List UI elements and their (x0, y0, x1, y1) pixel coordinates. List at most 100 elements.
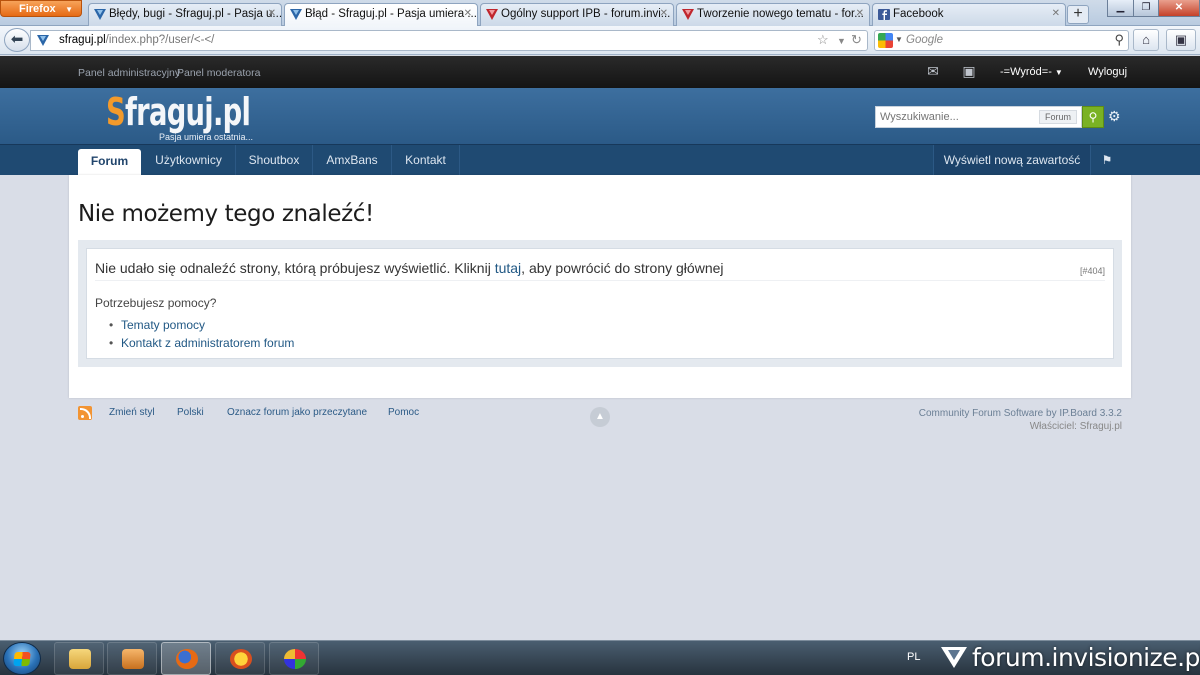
logo-tagline: Pasja umiera ostatnia... (159, 132, 254, 142)
notifications-icon[interactable]: ▣ (961, 64, 977, 78)
tab-title: Ogólny support IPB - forum.invi... (501, 8, 671, 20)
moderator-panel-link[interactable]: Panel moderatora (177, 67, 260, 79)
chevron-down-icon[interactable]: ▼ (895, 35, 903, 44)
taskbar-media-player[interactable] (107, 642, 157, 675)
new-tab-label: + (1073, 5, 1083, 22)
forum-page: Panel administracyjny Panel moderatora ✉… (0, 56, 1200, 640)
taskbar-paint[interactable] (269, 642, 319, 675)
invisionize-logo-icon (941, 647, 967, 668)
tab-title: Facebook (893, 8, 944, 20)
rss-icon[interactable] (78, 406, 92, 420)
nav-tab-amxbans[interactable]: AmxBans (313, 145, 392, 175)
taskbar-firefox[interactable] (161, 642, 211, 675)
maximize-icon[interactable]: ❐ (1133, 0, 1159, 17)
browser-tab-2[interactable]: Błąd - Sfraguj.pl - Pasja umiera ... ✕ (284, 3, 478, 27)
folder-icon (69, 649, 91, 669)
taskbar-explorer[interactable] (54, 642, 104, 675)
forum-search-input[interactable] (880, 109, 1035, 125)
user-menu[interactable]: -=Wyród=- ▼ (1000, 66, 1063, 78)
location-pin-icon[interactable]: ⚑ (1092, 145, 1122, 175)
nav-tab-forum[interactable]: Forum (78, 149, 141, 176)
home-icon[interactable]: ⌂ (1133, 29, 1159, 51)
media-player-icon (122, 649, 144, 669)
windows-taskbar: PL forum.invisionize.pl (0, 640, 1200, 675)
bookmark-star-icon[interactable]: ☆ (817, 32, 829, 48)
browser-tab-4[interactable]: Tworzenie nowego tematu - for... ✕ (676, 3, 870, 26)
back-arrow-icon[interactable]: ⬅ (4, 28, 30, 52)
inbox-icon[interactable]: ✉ (925, 64, 941, 78)
nav-tab-contact[interactable]: Kontakt (392, 145, 460, 175)
watermark: forum.invisionize.pl (940, 643, 1200, 673)
browser-search-bar[interactable]: ▼ Google ⚲ (874, 30, 1129, 51)
browser-tab-bar: Firefox ▼ Błędy, bugi - Sfraguj.pl - Pas… (0, 0, 1200, 27)
error-message-tail: , aby powrócić do strony głównej (521, 260, 724, 276)
facebook-favicon-icon (878, 9, 890, 20)
search-placeholder: Google (906, 34, 944, 46)
firefox-menu-button[interactable]: Firefox ▼ (0, 0, 82, 17)
tab-title: Błąd - Sfraguj.pl - Pasja umiera ... (305, 8, 477, 20)
search-scope-button[interactable]: Forum (1038, 110, 1077, 124)
close-tab-icon[interactable]: ✕ (660, 4, 668, 24)
username: -=Wyród=- (1000, 66, 1052, 78)
powered-by-link[interactable]: Community Forum Software by IP.Board 3.3… (919, 408, 1122, 419)
browser-tab-1[interactable]: Błędy, bugi - Sfraguj.pl - Pasja u... ✕ (88, 3, 282, 26)
admin-panel-link[interactable]: Panel administracyjny (78, 67, 180, 79)
window-close-icon[interactable]: ✕ (1158, 0, 1200, 17)
watermark-text: forum.invisionize.pl (972, 643, 1200, 672)
toolbar-menu-icon[interactable]: ▣ (1166, 29, 1196, 51)
close-tab-icon[interactable]: ✕ (464, 4, 472, 24)
footer-credits: Community Forum Software by IP.Board 3.3… (919, 407, 1122, 433)
nav-tab-users[interactable]: Użytkownicy (142, 145, 236, 175)
site-logo[interactable]: Sfraguj.pl Pasja umiera ostatnia... (104, 90, 253, 142)
back-to-top-icon[interactable]: ▲ (590, 407, 610, 427)
taskbar-app-sun[interactable] (215, 642, 265, 675)
owner-text: Właściciel: Sfraguj.pl (1029, 421, 1122, 432)
admin-bar: Panel administracyjny Panel moderatora ✉… (0, 56, 1200, 88)
site-header: Sfraguj.pl Pasja umiera ostatnia... Foru… (0, 88, 1200, 144)
url-text: sfraguj.pl/index.php?/user/<-</ (59, 34, 214, 46)
view-new-content-link[interactable]: Wyświetl nową zawartość (933, 145, 1091, 175)
sfraguj-favicon-icon (290, 9, 302, 20)
contact-admin-link[interactable]: Kontakt z administratorem forum (109, 336, 294, 354)
logo-word: fraguj.pl (124, 90, 251, 134)
paint-palette-icon (284, 649, 306, 669)
sfraguj-favicon-icon (37, 35, 49, 46)
browser-tab-5[interactable]: Facebook ✕ (872, 3, 1066, 26)
help-heading: Potrzebujesz pomocy? (95, 296, 217, 310)
forum-footer: Zmień styl Polski Oznacz forum jako prze… (0, 406, 1200, 438)
history-dropdown-icon[interactable]: ▼ (837, 36, 846, 46)
help-topics-link[interactable]: Tematy pomocy (109, 318, 294, 336)
invisionize-favicon-icon (682, 9, 694, 20)
help-link[interactable]: Pomoc (388, 407, 419, 418)
reload-icon[interactable]: ↻ (851, 32, 862, 48)
search-icon[interactable]: ⚲ (1082, 106, 1104, 128)
url-bar[interactable]: sfraguj.pl/index.php?/user/<-</ ☆ ▼ ↻ (30, 30, 868, 51)
change-style-link[interactable]: Zmień styl (109, 407, 155, 418)
chevron-down-icon: ▼ (1054, 68, 1063, 77)
new-tab-button[interactable]: + (1067, 5, 1089, 24)
nav-tab-shoutbox[interactable]: Shoutbox (236, 145, 313, 175)
language-link[interactable]: Polski (177, 407, 204, 418)
help-links: Tematy pomocy Kontakt z administratorem … (109, 318, 294, 354)
search-icon[interactable]: ⚲ (1114, 32, 1124, 48)
start-button-icon[interactable] (3, 642, 41, 675)
gear-icon[interactable]: ⚙ (1108, 108, 1121, 125)
logo-letter: S (106, 90, 126, 134)
tab-title: Błędy, bugi - Sfraguj.pl - Pasja u... (109, 8, 282, 20)
language-indicator[interactable]: PL (907, 651, 920, 663)
browser-tab-3[interactable]: Ogólny support IPB - forum.invi... ✕ (480, 3, 674, 26)
error-message: Nie udało się odnaleźć strony, którą pró… (95, 260, 724, 276)
error-code: [#404] (1079, 266, 1105, 276)
close-tab-icon[interactable]: ✕ (268, 4, 276, 24)
close-tab-icon[interactable]: ✕ (856, 4, 864, 24)
home-link[interactable]: tutaj (495, 260, 521, 276)
sfraguj-favicon-icon (94, 9, 106, 20)
close-tab-icon[interactable]: ✕ (1052, 4, 1060, 24)
minimize-icon[interactable]: ▁ (1107, 0, 1134, 17)
url-domain: sfraguj.pl (59, 34, 106, 46)
browser-nav-bar: ⬅ sfraguj.pl/index.php?/user/<-</ ☆ ▼ ↻ … (0, 26, 1200, 55)
mark-read-link[interactable]: Oznacz forum jako przeczytane (227, 407, 367, 418)
logout-link[interactable]: Wyloguj (1088, 66, 1127, 78)
google-icon[interactable] (878, 33, 893, 48)
logo-text: Sfraguj.pl (106, 90, 251, 134)
